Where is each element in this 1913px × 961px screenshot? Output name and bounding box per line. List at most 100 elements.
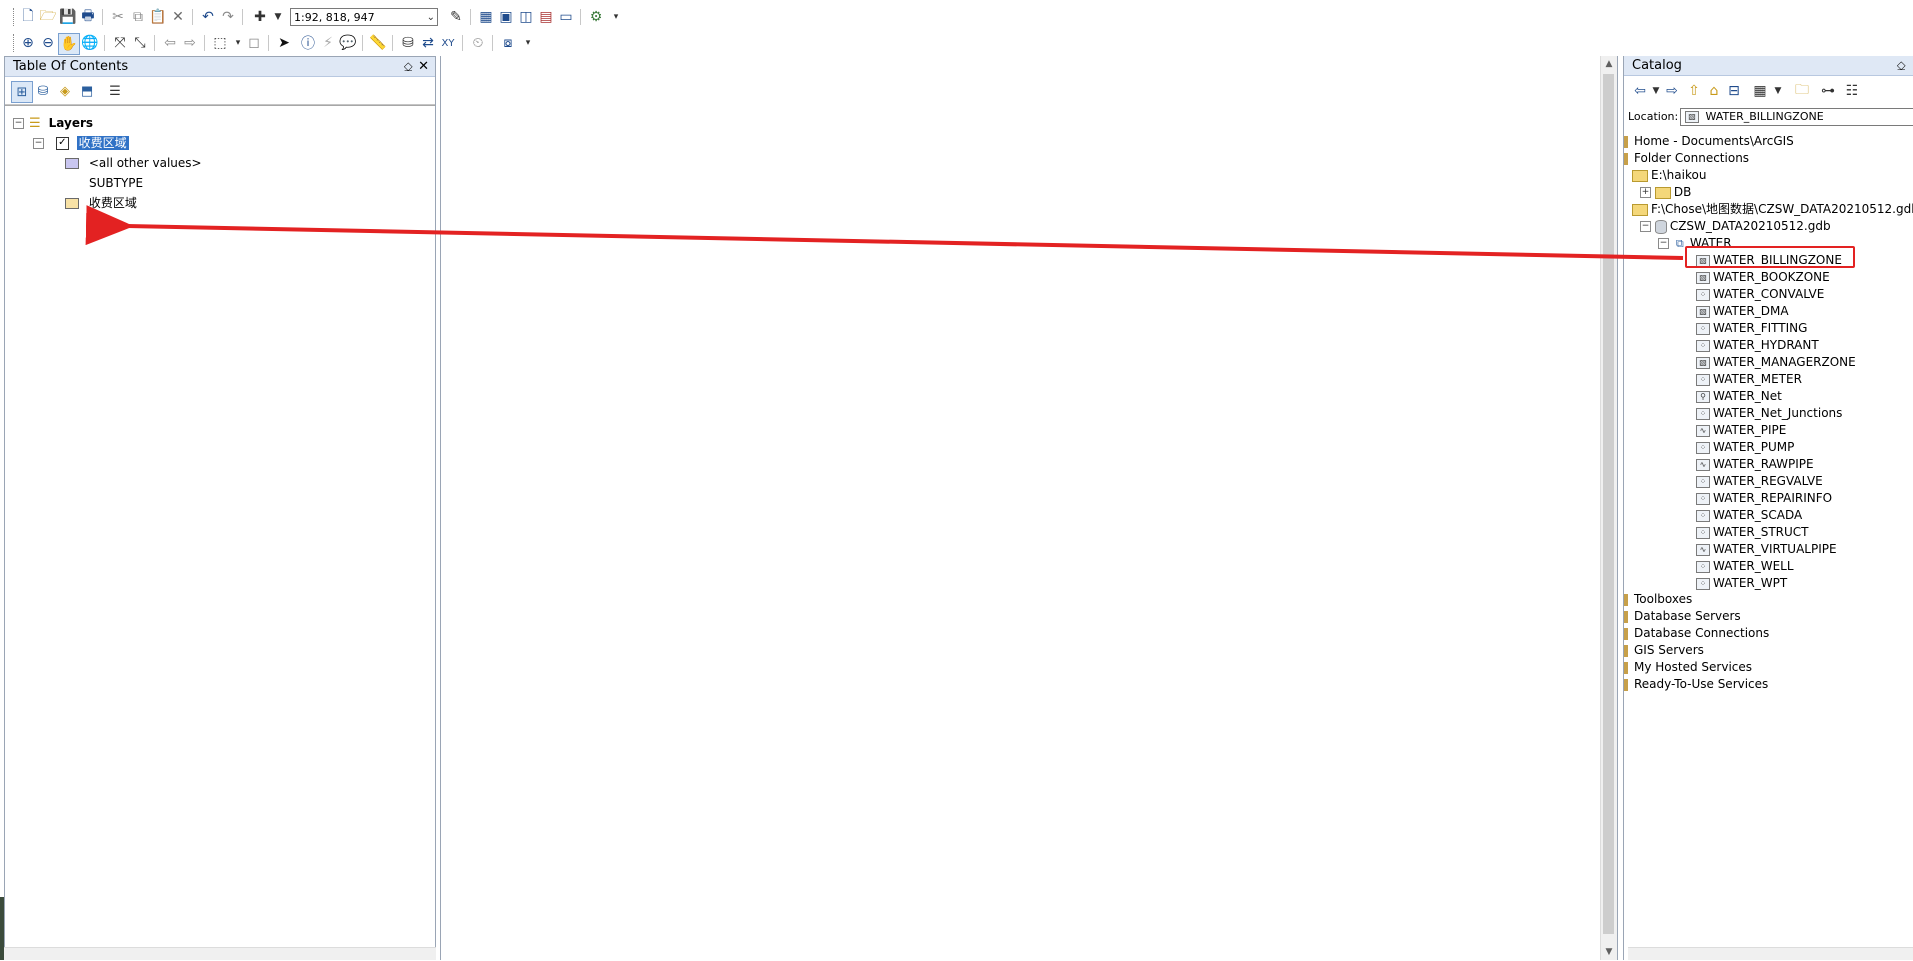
- measure-icon[interactable]: 📏: [368, 33, 388, 53]
- list-by-selection-icon[interactable]: ⬒: [77, 81, 97, 101]
- catalog-root-item[interactable]: Database Connections: [1624, 624, 1769, 642]
- html-popup-icon[interactable]: 💬: [338, 33, 358, 53]
- feature-class-item[interactable]: ∿ WATER_RAWPIPE: [1696, 455, 1814, 473]
- feature-class-item[interactable]: ⚲ WATER_Net: [1696, 387, 1782, 405]
- fixed-zoom-in-icon[interactable]: ⤧: [110, 33, 130, 53]
- feature-class-item[interactable]: ⁘ WATER_WPT: [1696, 574, 1787, 592]
- chevron-down-icon[interactable]: ⌄: [427, 9, 435, 27]
- catalog-tree-item[interactable]: − CZSW_DATA20210512.gdb: [1640, 217, 1831, 235]
- feature-class-item[interactable]: ▧ WATER_BOOKZONE: [1696, 268, 1830, 286]
- arctoolbox-icon[interactable]: ▣: [496, 7, 516, 27]
- catalog-options-icon[interactable]: ☷: [1842, 81, 1862, 101]
- feature-class-item[interactable]: ▧ WATER_DMA: [1696, 302, 1789, 320]
- catalog-root-item[interactable]: GIS Servers: [1624, 641, 1704, 659]
- model-builder-icon[interactable]: ⚙: [586, 7, 606, 27]
- map-scale-combobox[interactable]: 1:92, 818, 947 ⌄: [290, 8, 438, 26]
- catalog-tree-item[interactable]: F:\Chose\地图数据\CZSW_DATA20210512.gdb: [1632, 200, 1913, 218]
- list-by-drawing-order-icon[interactable]: ⊞: [11, 81, 33, 103]
- zoom-in-icon[interactable]: ⊕: [18, 33, 38, 53]
- create-viewer-icon[interactable]: ⧇: [498, 33, 518, 53]
- catalog-root-item[interactable]: Database Servers: [1624, 607, 1741, 625]
- feature-class-item[interactable]: ▧ WATER_MANAGERZONE: [1696, 353, 1856, 371]
- select-features-icon[interactable]: ⬚: [210, 33, 230, 53]
- search-window-icon[interactable]: ◫: [516, 7, 536, 27]
- add-data-icon[interactable]: ✚: [250, 7, 270, 27]
- up-one-level-icon[interactable]: ⇧: [1684, 81, 1704, 101]
- find-route-icon[interactable]: ⇄: [418, 33, 438, 53]
- copy-icon[interactable]: ⧉: [128, 7, 148, 27]
- toolbar-overflow-icon[interactable]: ▾: [518, 33, 538, 53]
- toolbar-grip[interactable]: [13, 8, 17, 26]
- feature-class-item[interactable]: ∿ WATER_VIRTUALPIPE: [1696, 540, 1837, 558]
- collapse-icon[interactable]: −: [13, 118, 24, 129]
- options-icon[interactable]: ☰: [105, 81, 125, 101]
- open-folder-icon[interactable]: 🗁: [38, 7, 58, 27]
- list-by-source-icon[interactable]: ⛁: [33, 81, 53, 101]
- cut-icon[interactable]: ✂: [108, 7, 128, 27]
- back-extent-icon[interactable]: ⇦: [160, 33, 180, 53]
- catalog-root-item[interactable]: Ready-To-Use Services: [1624, 675, 1768, 693]
- forward-extent-icon[interactable]: ⇨: [180, 33, 200, 53]
- catalog-horizontal-scrollbar[interactable]: [1628, 947, 1913, 960]
- forward-icon[interactable]: ⇨: [1662, 81, 1682, 101]
- catalog-tree-item[interactable]: E:\haikou: [1632, 166, 1706, 184]
- clear-selection-icon[interactable]: ◻: [244, 33, 264, 53]
- catalog-window-icon[interactable]: ▦: [476, 7, 496, 27]
- home-icon[interactable]: ⌂: [1704, 81, 1724, 101]
- map-vertical-scrollbar[interactable]: ▲ ▼: [1600, 56, 1617, 960]
- feature-class-item[interactable]: ⁘ WATER_METER: [1696, 370, 1802, 388]
- save-icon[interactable]: 💾: [58, 7, 78, 27]
- pin-icon[interactable]: ⎐: [404, 57, 413, 77]
- zoom-out-icon[interactable]: ⊖: [38, 33, 58, 53]
- views-dropdown-icon[interactable]: ▼: [1768, 81, 1788, 101]
- delete-icon[interactable]: ✕: [168, 7, 188, 27]
- feature-class-item[interactable]: ⁘ WATER_REPAIRINFO: [1696, 489, 1832, 507]
- close-icon[interactable]: ✕: [418, 57, 429, 77]
- expand-icon[interactable]: +: [1640, 187, 1651, 198]
- new-folder-icon[interactable]: 🗀: [1792, 81, 1812, 101]
- hyperlink-icon[interactable]: ⚡: [318, 33, 338, 53]
- feature-class-item[interactable]: ⁘ WATER_CONVALVE: [1696, 285, 1824, 303]
- feature-class-item[interactable]: ⁘ WATER_WELL: [1696, 557, 1794, 575]
- catalog-tree-item[interactable]: Home - Documents\ArcGIS: [1624, 132, 1794, 150]
- pin-icon[interactable]: ⎐: [1897, 56, 1906, 76]
- redo-icon[interactable]: ↷: [218, 7, 238, 27]
- identify-icon[interactable]: ⓘ: [298, 33, 318, 53]
- select-elements-icon[interactable]: ➤: [274, 33, 294, 53]
- collapse-icon[interactable]: −: [33, 138, 44, 149]
- connect-folder-icon[interactable]: ⊟: [1724, 81, 1744, 101]
- catalog-tree-item[interactable]: + DB: [1640, 183, 1691, 201]
- layer-row[interactable]: − ✓ 收费区域: [33, 134, 129, 152]
- arctoolbox-red-icon[interactable]: ▤: [536, 7, 556, 27]
- paste-icon[interactable]: 📋: [148, 7, 168, 27]
- feature-class-item[interactable]: ⁘ WATER_HYDRANT: [1696, 336, 1819, 354]
- feature-class-item[interactable]: ⁘ WATER_FITTING: [1696, 319, 1807, 337]
- layer-name[interactable]: 收费区域: [76, 136, 129, 150]
- toggle-tree-icon[interactable]: ⊶: [1818, 81, 1838, 101]
- find-icon[interactable]: ⛁: [398, 33, 418, 53]
- feature-class-item[interactable]: ⁘ WATER_STRUCT: [1696, 523, 1809, 541]
- editor-toolbar-icon[interactable]: ✎: [446, 7, 466, 27]
- go-to-xy-icon[interactable]: XY: [438, 33, 458, 53]
- feature-class-item[interactable]: ⁘ WATER_PUMP: [1696, 438, 1794, 456]
- print-icon[interactable]: 🖶: [78, 7, 98, 27]
- collapse-icon[interactable]: −: [1640, 221, 1651, 232]
- collapse-icon[interactable]: −: [1658, 238, 1669, 249]
- feature-class-item[interactable]: ⁘ WATER_REGVALVE: [1696, 472, 1823, 490]
- python-window-icon[interactable]: ▭: [556, 7, 576, 27]
- map-view[interactable]: ▲ ▼: [440, 56, 1618, 960]
- fixed-zoom-out-icon[interactable]: ⤡: [130, 33, 150, 53]
- scroll-thumb[interactable]: [1603, 74, 1614, 934]
- feature-class-item[interactable]: ⁘ WATER_Net_Junctions: [1696, 404, 1842, 422]
- layers-data-frame[interactable]: − ☰ Layers: [13, 114, 93, 132]
- toolbar-overflow-icon[interactable]: ▾: [606, 7, 626, 27]
- legend-item[interactable]: <all other values>: [65, 154, 202, 172]
- time-slider-icon[interactable]: ⏲: [468, 33, 488, 53]
- catalog-root-item[interactable]: Toolboxes: [1624, 590, 1692, 608]
- new-document-icon[interactable]: 🗋: [18, 7, 38, 27]
- full-extent-icon[interactable]: 🌐: [80, 33, 100, 53]
- catalog-tree-item[interactable]: Folder Connections: [1624, 149, 1749, 167]
- toolbar-grip[interactable]: [13, 34, 17, 52]
- feature-class-item[interactable]: ⁘ WATER_SCADA: [1696, 506, 1802, 524]
- catalog-root-item[interactable]: My Hosted Services: [1624, 658, 1752, 676]
